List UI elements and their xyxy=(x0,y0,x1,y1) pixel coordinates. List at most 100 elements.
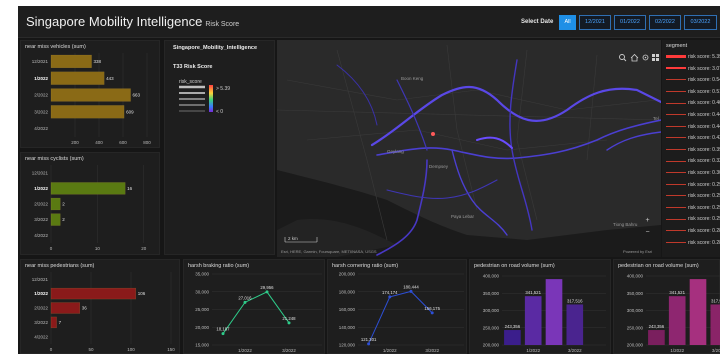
segment-list-item[interactable]: risk score: 5.39386 xyxy=(666,54,720,62)
segment-swatch xyxy=(666,230,686,232)
data-label: 2 xyxy=(62,202,65,207)
data-label: 27,016 xyxy=(238,295,252,300)
bar xyxy=(50,54,92,68)
segment-list-item[interactable]: risk score: 0.29709 xyxy=(666,182,720,190)
segment-list-item[interactable]: risk score: 0.32763 xyxy=(666,158,720,166)
basemap-icon[interactable] xyxy=(651,53,660,62)
segment-list-item[interactable]: risk score: 0.29675 xyxy=(666,193,720,201)
segment-list-item[interactable]: risk score: 0.29667 xyxy=(666,205,720,213)
segment-label: risk score: 0.44842 xyxy=(688,112,720,118)
bar xyxy=(50,182,126,195)
date-button-all[interactable]: All xyxy=(559,15,576,30)
segment-list-item[interactable]: risk score: 0.39176 xyxy=(666,147,720,155)
y-tick-label: 200,000 xyxy=(627,343,644,348)
data-point xyxy=(388,295,392,299)
dashboard-title: Singapore Mobility Intelligence Risk Scor… xyxy=(26,14,240,29)
map-powered-by: Powered by Esri xyxy=(623,249,652,254)
y-tick-label: 2/2022 xyxy=(34,93,48,98)
segment-list-item[interactable]: risk score: 0.51488 xyxy=(666,89,720,97)
x-tick-label: 0 xyxy=(50,347,53,352)
legend-panel: Singapore_Mobility_Intelligence T33 Risk… xyxy=(164,40,275,255)
x-tick-label: 0 xyxy=(50,246,53,251)
bar xyxy=(50,197,61,211)
map-canvas[interactable]: Boon Keng Geylang Dempsey Paya Lebar Tio… xyxy=(277,40,661,257)
segment-list-item[interactable]: risk score: 3.07287 xyxy=(666,66,720,74)
segment-swatch xyxy=(666,137,686,139)
date-button-03-2022[interactable]: 03/2022 xyxy=(684,15,717,30)
date-button-01-2022[interactable]: 01/2022 xyxy=(614,15,646,30)
data-label: 341,521 xyxy=(669,290,685,295)
dashboard: Singapore Mobility Intelligence Risk Scor… xyxy=(18,6,720,354)
segment-list-item[interactable]: risk score: 0.44842 xyxy=(666,112,720,120)
x-tick-label: 150 xyxy=(167,347,175,352)
data-point xyxy=(409,289,413,293)
segment-list-item[interactable]: risk score: 0.43690 xyxy=(666,135,720,143)
y-tick-label: 15,000 xyxy=(195,343,209,348)
map-view[interactable]: Boon Keng Geylang Dempsey Paya Lebar Tio… xyxy=(277,40,661,257)
segment-label: risk score: 0.28490 xyxy=(688,239,720,246)
zoom-out-icon[interactable]: − xyxy=(643,228,652,237)
series-line xyxy=(368,290,433,345)
home-icon[interactable] xyxy=(630,53,639,62)
segment-swatch xyxy=(666,183,686,185)
segment-swatch xyxy=(666,195,686,197)
x-tick-label: 3/2022 xyxy=(568,348,582,353)
data-label: 121,301 xyxy=(361,337,377,342)
data-label: 106 xyxy=(138,291,146,296)
segment-list-item[interactable]: risk score: 0.30272 xyxy=(666,170,720,178)
search-icon[interactable] xyxy=(618,53,627,62)
bar xyxy=(50,302,80,314)
dashboard-subtitle: Risk Score xyxy=(205,21,240,28)
segment-list-item[interactable]: risk score: 0.28726 xyxy=(666,228,720,236)
x-tick-label: 50 xyxy=(88,347,94,352)
data-label: 338 xyxy=(94,59,102,64)
y-tick-label: 30,000 xyxy=(195,289,209,294)
y-tick-label: 25,000 xyxy=(195,307,209,312)
y-tick-label: 350,000 xyxy=(483,291,500,296)
map-scale-bar: 2 km xyxy=(288,236,298,241)
segment-swatch xyxy=(666,206,686,208)
map-label: Paya Lebar xyxy=(451,214,475,219)
data-point xyxy=(265,290,269,294)
segment-swatch xyxy=(666,90,686,92)
bar xyxy=(50,287,137,300)
data-point xyxy=(287,321,291,325)
bar xyxy=(50,88,131,102)
y-tick-label: 250,000 xyxy=(483,325,500,330)
y-tick-label: 120,000 xyxy=(339,343,356,348)
segment-list-item[interactable]: risk score: 0.29174 xyxy=(666,216,720,224)
segment-list-item[interactable]: risk score: 0.44285 xyxy=(666,124,720,132)
y-tick-label: 300,000 xyxy=(483,308,500,313)
segment-list-item[interactable]: risk score: 0.54262 xyxy=(666,77,720,85)
panel-near-miss-pedestrians: near miss pedestrians (sum) 0 50 100 150 12/… xyxy=(20,259,180,354)
segment-list: segment risk score: 5.39386 risk score: 3… xyxy=(662,40,720,257)
y-tick-label: 20,000 xyxy=(195,325,209,330)
segment-list-item[interactable]: risk score: 0.28490 xyxy=(666,240,720,248)
locate-icon[interactable] xyxy=(641,53,650,62)
segment-label: risk score: 5.39386 xyxy=(688,54,720,60)
zoom-in-icon[interactable]: + xyxy=(643,216,652,225)
bar xyxy=(50,71,105,85)
y-tick-label: 140,000 xyxy=(339,325,356,330)
date-button-12-2021[interactable]: 12/2021 xyxy=(579,15,611,30)
data-label: 317,516 xyxy=(567,298,583,303)
x-tick-label: 3/2022 xyxy=(282,348,296,353)
data-label: 21,248 xyxy=(282,316,296,321)
y-tick-label: 200,000 xyxy=(483,343,500,348)
segment-swatch xyxy=(666,114,686,116)
data-label: 36 xyxy=(82,306,88,311)
y-tick-label: 35,000 xyxy=(195,272,209,277)
x-tick-label: 600 xyxy=(119,140,127,145)
x-tick-label: 20 xyxy=(141,246,147,251)
legend-min-label: < 0 xyxy=(216,109,223,115)
y-tick-label: 4/2022 xyxy=(34,334,48,339)
panel-harsh-cornering: harsh cornering ratio (sum) 200,000 180,0… xyxy=(327,259,467,354)
y-tick-label: 4/2022 xyxy=(34,233,48,238)
x-tick-label: 1/2022 xyxy=(238,348,252,353)
date-button-02-2022[interactable]: 02/2022 xyxy=(649,15,681,30)
bar xyxy=(50,316,57,329)
y-tick-label: 4/2022 xyxy=(34,126,48,131)
segment-list-item[interactable]: risk score: 0.46667 xyxy=(666,100,720,108)
y-tick-label: 1/2022 xyxy=(34,76,48,81)
x-tick-label: 1/2022 xyxy=(383,348,397,353)
